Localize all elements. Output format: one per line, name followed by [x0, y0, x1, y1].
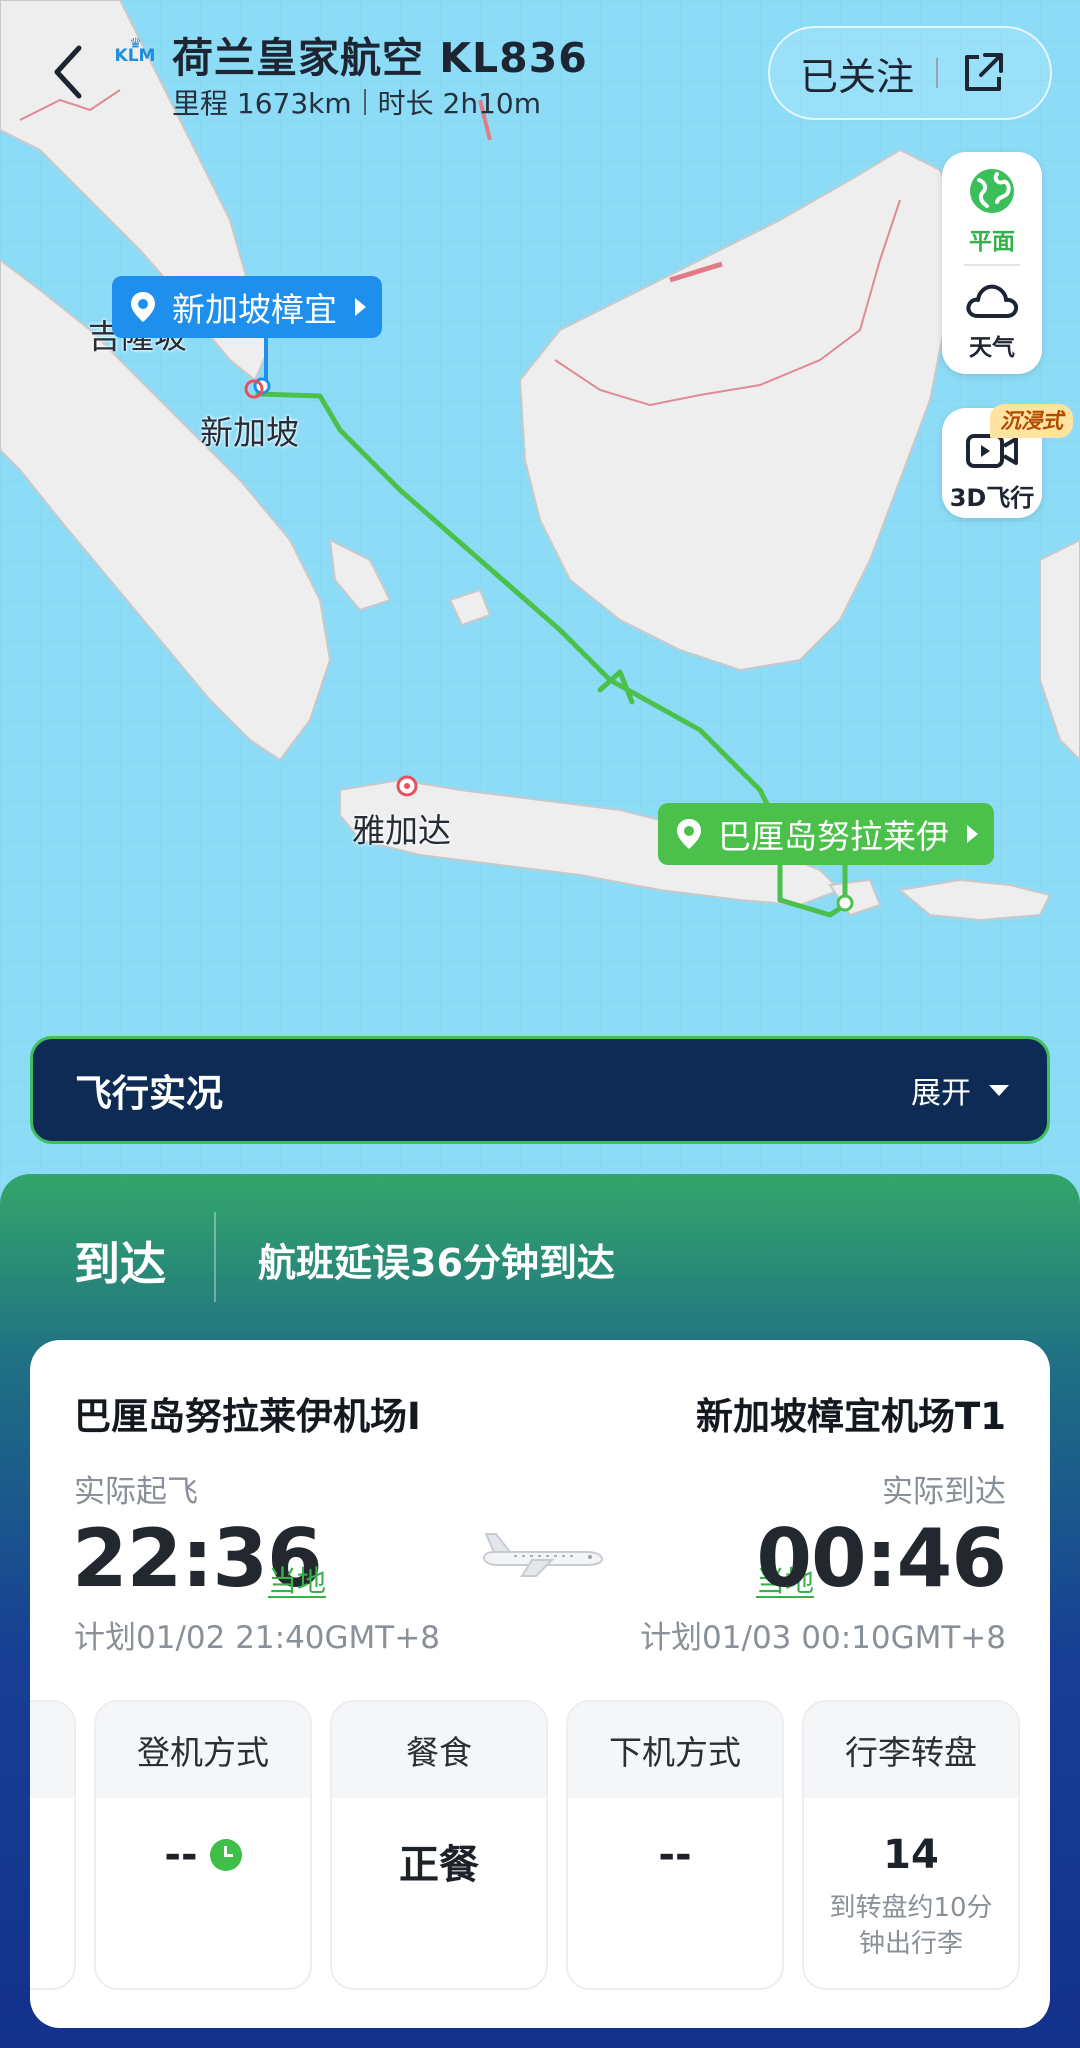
flight-distance: 里程 1673km — [172, 87, 352, 120]
clock-icon — [209, 1839, 242, 1871]
departure-local-link[interactable]: 当地 — [268, 1558, 326, 1600]
service-tile-partial[interactable] — [30, 1700, 76, 1990]
map-tool-panel: 平面 天气 — [942, 152, 1042, 374]
tile-title: 餐食 — [332, 1702, 546, 1798]
flight-status: 到达 — [74, 1237, 166, 1291]
follow-button[interactable]: 已关注 — [800, 46, 914, 101]
expand-label: 展开 — [911, 1076, 971, 1111]
departure-airport[interactable]: 巴厘岛努拉莱伊机场I — [74, 1386, 421, 1440]
tile-value: 14 — [883, 1832, 939, 1878]
departure-scheduled: 计划01/02 21:40GMT+8 — [74, 1620, 440, 1656]
flight-info-card: 巴厘岛努拉莱伊机场I 新加坡樟宜机场T1 实际起飞 实际到达 22:36 当地 … — [30, 1340, 1050, 2028]
airline-logo: ♛ KLM — [110, 37, 160, 68]
arrival-airport[interactable]: 新加坡樟宜机场T1 — [696, 1386, 1006, 1440]
divider — [936, 58, 939, 88]
caret-down-icon — [989, 1084, 1009, 1096]
baggage-tile[interactable]: 行李转盘 14 到转盘约10分钟出行李 — [802, 1700, 1020, 1990]
immersive-badge: 沉浸式 — [990, 404, 1073, 438]
arrival-time: 00:46 — [756, 1512, 1007, 1605]
chevron-right-icon — [967, 825, 978, 843]
flight-live-bar[interactable]: 飞行实况 展开 — [30, 1036, 1050, 1144]
divider — [363, 89, 366, 115]
disembark-tile[interactable]: 下机方式 -- — [566, 1700, 784, 1990]
divider — [214, 1212, 216, 1302]
tile-title: 登机方式 — [96, 1702, 310, 1798]
weather-button[interactable]: 天气 — [942, 278, 1042, 362]
arrival-time-label: 实际到达 — [882, 1474, 1006, 1510]
map-label-singapore: 新加坡 — [200, 413, 299, 452]
flat-map-button[interactable]: 平面 — [942, 166, 1042, 256]
fly-3d-label: 3D飞行 — [949, 484, 1035, 512]
share-button[interactable] — [960, 50, 1006, 96]
tile-header — [30, 1702, 74, 1798]
boarding-tile[interactable]: 登机方式 -- — [94, 1700, 312, 1990]
departure-callout[interactable]: 新加坡樟宜 — [112, 276, 382, 338]
flight-title: 荷兰皇家航空 KL836 — [172, 34, 588, 82]
service-tiles: 登机方式 -- 餐食 正餐 下机方式 -- 行李转盘 14 到转盘约10分钟出行… — [30, 1700, 1050, 1990]
flight-status-detail: 航班延误36分钟到达 — [258, 1241, 615, 1285]
back-button[interactable] — [40, 40, 96, 104]
tile-value: 正餐 — [399, 1842, 479, 1888]
location-pin-icon — [131, 292, 155, 322]
flight-live-title: 飞行实况 — [75, 1072, 223, 1115]
chevron-left-icon — [54, 45, 82, 99]
flight-duration: 时长 2h10m — [377, 87, 542, 120]
divider — [964, 264, 1020, 266]
cloud-icon — [966, 284, 1019, 318]
chevron-right-icon — [355, 298, 366, 316]
tile-value: -- — [96, 1832, 310, 1878]
weather-label: 天气 — [969, 335, 1015, 361]
tile-note: 到转盘约10分钟出行李 — [829, 1893, 993, 1959]
airplane-icon — [482, 1533, 604, 1577]
boarding-value: -- — [164, 1832, 198, 1878]
tile-title: 行李转盘 — [804, 1702, 1018, 1798]
expand-button[interactable]: 展开 — [911, 1068, 1009, 1112]
map-label-jakarta: 雅加达 — [352, 811, 451, 850]
departure-callout-label: 新加坡樟宜 — [172, 290, 337, 329]
location-pin-icon — [677, 819, 701, 849]
jakarta-dot-center — [404, 783, 410, 789]
share-icon — [965, 53, 1004, 91]
flight-summary: 里程 1673km 时长 2h10m — [172, 82, 541, 122]
follow-share-pill: 已关注 — [768, 26, 1052, 120]
meal-tile[interactable]: 餐食 正餐 — [330, 1700, 548, 1990]
airline-logo-text: KLM — [114, 46, 156, 66]
departure-time-label: 实际起飞 — [74, 1474, 198, 1510]
arrival-scheduled: 计划01/03 00:10GMT+8 — [640, 1620, 1006, 1656]
flight-map[interactable] — [0, 0, 1080, 1200]
tile-title: 下机方式 — [568, 1702, 782, 1798]
flat-map-label: 平面 — [969, 229, 1015, 255]
arrival-callout[interactable]: 巴厘岛努拉莱伊 — [658, 803, 994, 865]
map-canvas[interactable] — [0, 0, 1080, 1200]
globe-icon — [970, 169, 1014, 213]
arrival-callout-label: 巴厘岛努拉莱伊 — [718, 817, 949, 856]
tile-value: -- — [658, 1832, 692, 1878]
arrival-marker — [836, 894, 854, 912]
